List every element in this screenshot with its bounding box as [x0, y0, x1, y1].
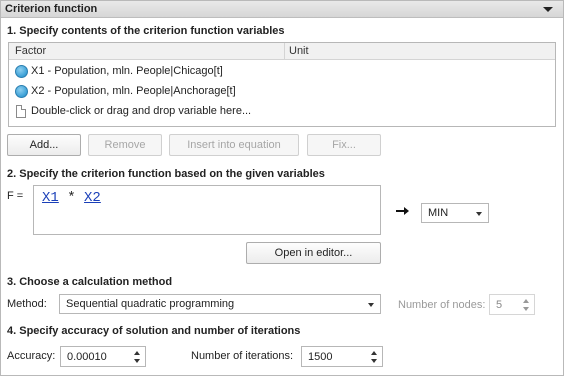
accuracy-value: 0.00010	[67, 351, 107, 363]
f-equals-label: F =	[7, 190, 24, 202]
spin-up-icon[interactable]	[371, 351, 377, 355]
insert-into-equation-button[interactable]: Insert into equation	[169, 134, 299, 156]
nodes-value: 5	[496, 299, 503, 311]
section2-title: 2. Specify the criterion function based …	[7, 168, 325, 180]
column-separator[interactable]	[284, 43, 285, 60]
spin-up-icon[interactable]	[134, 351, 140, 355]
blank-page-icon	[16, 105, 26, 118]
iterations-label: Number of iterations:	[191, 350, 294, 362]
section4-title: 4. Specify accuracy of solution and numb…	[7, 325, 301, 337]
formula-variable-x1[interactable]: X1	[42, 190, 59, 206]
factor-cell: X1 - Population, mln. People|Chicago[t]	[31, 65, 223, 77]
section3-title: 3. Choose a calculation method	[7, 276, 173, 288]
direction-select[interactable]: MIN	[421, 203, 489, 223]
table-row[interactable]: X2 - Population, mln. People|Anchorage[t…	[9, 82, 555, 102]
accuracy-spinner[interactable]: 0.00010	[60, 346, 146, 367]
section1-title: 1. Specify contents of the criterion fun…	[7, 25, 285, 37]
nodes-spinner[interactable]: 5	[489, 294, 535, 315]
fix-button[interactable]: Fix...	[307, 134, 381, 156]
method-select[interactable]: Sequential quadratic programming	[59, 294, 381, 314]
criterion-function-panel: Criterion function 1. Specify contents o…	[0, 0, 564, 376]
factor-cell: X2 - Population, mln. People|Anchorage[t…	[31, 85, 236, 97]
spin-up-icon[interactable]	[523, 299, 529, 303]
collapse-chevron-icon[interactable]	[543, 7, 553, 12]
grid-header: Factor Unit	[9, 43, 555, 60]
remove-button[interactable]: Remove	[88, 134, 162, 156]
spin-down-icon[interactable]	[134, 359, 140, 363]
chevron-down-icon	[368, 303, 374, 307]
table-row[interactable]: X1 - Population, mln. People|Chicago[t]	[9, 62, 555, 82]
spin-down-icon[interactable]	[371, 359, 377, 363]
formula-text: X1 * X2	[42, 190, 101, 206]
panel-title: Criterion function	[5, 3, 98, 15]
column-header-unit[interactable]: Unit	[289, 45, 309, 57]
method-label: Method:	[7, 298, 47, 310]
chevron-down-icon	[476, 212, 482, 216]
nodes-label: Number of nodes:	[398, 299, 486, 311]
formula-variable-x2[interactable]: X2	[84, 190, 101, 206]
panel-header[interactable]: Criterion function	[1, 1, 563, 18]
spin-down-icon[interactable]	[523, 307, 529, 311]
add-variable-row[interactable]: Double-click or drag and drop variable h…	[9, 102, 555, 122]
variable-circle-icon	[15, 85, 28, 98]
drop-placeholder: Double-click or drag and drop variable h…	[31, 105, 252, 117]
direction-value: MIN	[428, 207, 449, 219]
open-in-editor-button[interactable]: Open in editor...	[246, 242, 381, 264]
add-button[interactable]: Add...	[7, 134, 81, 156]
variables-grid[interactable]: Factor Unit X1 - Population, mln. People…	[8, 42, 556, 127]
column-header-factor[interactable]: Factor	[15, 45, 46, 57]
formula-editor[interactable]: X1 * X2	[33, 185, 381, 235]
method-value: Sequential quadratic programming	[66, 298, 235, 310]
iterations-spinner[interactable]: 1500	[301, 346, 383, 367]
variable-circle-icon	[15, 65, 28, 78]
iterations-value: 1500	[308, 351, 333, 363]
accuracy-label: Accuracy:	[7, 350, 56, 362]
arrow-right-icon	[396, 207, 409, 215]
formula-operator: *	[67, 190, 76, 206]
